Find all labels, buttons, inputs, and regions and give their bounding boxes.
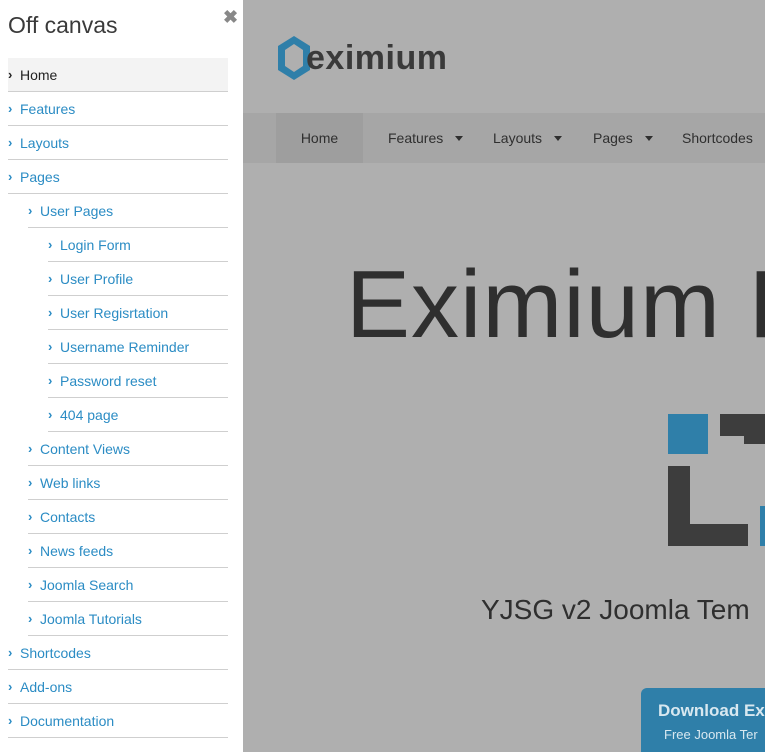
menu-item[interactable]: › User Profile [48,262,228,296]
chevron-right-icon: › [48,339,53,354]
chevron-right-icon: › [28,509,33,524]
menu-item[interactable]: › Password reset [48,364,228,398]
chevron-right-icon: › [48,373,53,388]
menu-item-label: Web links [40,474,101,491]
menu-item[interactable]: › Shortcodes [8,636,228,670]
menu-item[interactable]: › Layouts [8,126,228,160]
nav-features[interactable]: Features [388,113,464,163]
menu-item[interactable]: › Joomla Tutorials [28,602,228,636]
menu-item[interactable]: › Home [8,58,228,92]
chevron-right-icon: › [8,101,13,116]
chevron-right-icon: › [28,611,33,626]
chevron-right-icon: › [8,713,13,728]
chevron-right-icon: › [28,543,33,558]
download-title: Download Exi [658,701,765,720]
nav-home-label: Home [300,130,339,146]
menu-item[interactable]: › Add-ons [8,670,228,704]
hero-title: Eximium F [346,251,765,358]
caret-down-icon [455,135,464,141]
nav-pages-label: Pages [593,130,633,146]
nav-layouts[interactable]: Layouts [493,113,563,163]
menu-item-label: Login Form [60,236,131,253]
chevron-right-icon: › [28,441,33,456]
menu-item-label: Password reset [60,372,157,389]
menu-item[interactable]: › User Regisrtation [48,296,228,330]
menu-item[interactable]: › Documentation [8,704,228,738]
menu-item[interactable]: › Web links [28,466,228,500]
nav-home[interactable]: Home [276,113,363,163]
menu-item-label: Layouts [20,134,70,151]
chevron-right-icon: › [8,169,13,184]
menu-item[interactable]: › User Pages [28,194,228,228]
chevron-right-icon: › [8,135,13,150]
download-button[interactable]: Download Exi Free Joomla Ter [641,688,765,752]
main-navbar: Home Features Layouts Pages Shortcodes [243,113,765,163]
menu-item-label: User Regisrtation [60,304,169,321]
menu-item[interactable]: › Joomla Search [28,568,228,602]
page: eximium Home Features Layouts Pages Shor… [0,0,765,752]
chevron-right-icon: › [48,407,53,422]
nav-pages[interactable]: Pages [593,113,653,163]
menu-item-label: Pages [20,168,60,185]
menu-item-label: User Pages [40,202,114,219]
menu-item-label: Add-ons [20,678,73,695]
download-subtitle: Free Joomla Ter [664,727,758,742]
chevron-right-icon: › [48,271,53,286]
logo-text: eximium [306,38,448,77]
nav-shortcodes-label: Shortcodes [682,130,753,146]
caret-down-icon [644,135,653,141]
menu-item-label: Features [20,100,76,117]
menu-item[interactable]: › News feeds [28,534,228,568]
chevron-right-icon: › [8,679,13,694]
caret-down-icon [554,135,563,141]
hero-subtitle: YJSG v2 Joomla Tem [481,594,750,625]
menu-item[interactable]: › Login Form [48,228,228,262]
menu-item-label: Joomla Search [40,576,134,593]
menu-item-label: Username Reminder [60,338,190,355]
nav-features-label: Features [388,130,444,146]
chevron-right-icon: › [48,237,53,252]
nav-layouts-label: Layouts [493,130,543,146]
nav-shortcodes[interactable]: Shortcodes [682,113,753,163]
menu-item[interactable]: › Username Reminder [48,330,228,364]
menu-item-label: Content Views [40,440,131,457]
menu-item-label: Joomla Tutorials [40,610,142,627]
menu-item[interactable]: › Pages [8,160,228,194]
menu-item-label: Home [20,66,58,83]
menu-item-label: News feeds [40,542,114,559]
offcanvas-panel: Off canvas ✖ › Home › Features › Layouts › Page… [0,0,243,752]
chevron-right-icon: › [28,203,33,218]
menu-item[interactable]: › Features [8,92,228,126]
close-icon[interactable]: ✖ [223,7,238,28]
menu-item[interactable]: › 404 page [48,398,228,432]
chevron-right-icon: › [48,305,53,320]
site-logo[interactable]: eximium [276,30,447,86]
chevron-right-icon: › [8,67,13,82]
menu-item-label: Documentation [20,712,115,729]
menu-item-label: Contacts [40,508,96,525]
chevron-right-icon: › [28,577,33,592]
menu-item[interactable]: › Contacts [28,500,228,534]
chevron-right-icon: › [28,475,33,490]
hero-logo-graphic [668,414,765,546]
menu-item-label: User Profile [60,270,134,287]
menu-item[interactable]: › Content Views [28,432,228,466]
chevron-right-icon: › [8,645,13,660]
menu-item-label: Shortcodes [20,644,91,661]
offcanvas-menu: › Home › Features › Layouts › Pages › User Pages ›… [8,58,228,738]
offcanvas-title: Off canvas [8,12,118,38]
menu-item-label: 404 page [60,406,119,423]
